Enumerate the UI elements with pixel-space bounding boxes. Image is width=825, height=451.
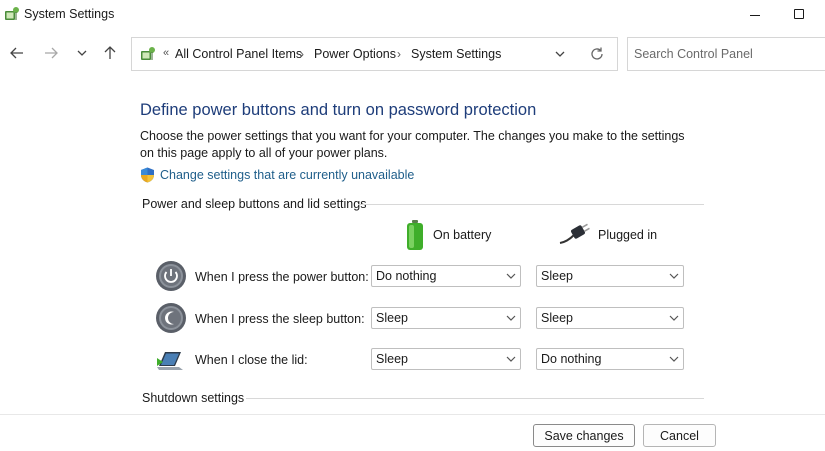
main-content: Define power buttons and turn on passwor…: [0, 86, 825, 414]
search-box[interactable]: [627, 37, 825, 71]
page-title: Define power buttons and turn on passwor…: [140, 101, 537, 119]
row-label-close-lid: When I close the lid:: [195, 353, 308, 367]
back-button[interactable]: [6, 42, 28, 64]
row-label-sleep-button: When I press the sleep button:: [195, 312, 365, 326]
control-panel-icon: [5, 7, 19, 20]
power-section-label: Power and sleep buttons and lid settings: [142, 197, 367, 211]
chevron-down-icon: [669, 273, 679, 279]
chevron-down-icon: [506, 315, 516, 321]
change-unavailable-settings-link[interactable]: Change settings that are currently unava…: [140, 166, 414, 184]
breadcrumb-system-settings[interactable]: System Settings: [411, 47, 501, 61]
maximize-button[interactable]: [784, 2, 814, 26]
cancel-button[interactable]: Cancel: [643, 424, 716, 447]
arrow-left-icon: [10, 47, 23, 59]
chevron-down-icon: [77, 50, 87, 56]
power-button-icon: [156, 261, 186, 291]
close-lid-on-battery-select[interactable]: Sleep: [371, 348, 521, 370]
shutdown-section-label: Shutdown settings: [142, 391, 245, 405]
column-on-battery: On battery: [405, 218, 491, 252]
breadcrumb-all-control-panel-items[interactable]: All Control Panel Items: [175, 47, 302, 61]
select-value: Do nothing: [376, 269, 437, 283]
address-dropdown-icon[interactable]: [553, 47, 567, 61]
address-bar[interactable]: « All Control Panel Items › Power Option…: [131, 37, 618, 71]
minimize-button[interactable]: [740, 2, 770, 26]
title-bar: System Settings: [0, 0, 825, 30]
breadcrumb-power-options[interactable]: Power Options: [314, 47, 396, 61]
arrow-up-icon: [104, 46, 116, 59]
battery-icon: [407, 220, 423, 250]
power-button-on-battery-select[interactable]: Do nothing: [371, 265, 521, 287]
minimize-icon: [750, 15, 760, 16]
page-description: Choose the power settings that you want …: [140, 129, 685, 160]
chevron-down-icon: [506, 356, 516, 362]
power-plug-icon: [559, 223, 590, 244]
breadcrumb-separator[interactable]: ›: [300, 47, 304, 61]
chevron-down-icon: [506, 273, 516, 279]
arrow-right-icon: [45, 47, 58, 59]
section-divider: [358, 204, 704, 205]
chevron-down-icon: [669, 356, 679, 362]
close-lid-plugged-in-select[interactable]: Do nothing: [536, 348, 684, 370]
sleep-button-plugged-in-select[interactable]: Sleep: [536, 307, 684, 329]
breadcrumb-separator[interactable]: ›: [397, 47, 401, 61]
admin-link-label[interactable]: Change settings that are currently unava…: [160, 168, 414, 182]
select-value: Sleep: [541, 311, 573, 325]
select-value: Do nothing: [541, 352, 602, 366]
footer-bar: Save changes Cancel: [0, 414, 825, 451]
control-panel-icon: [141, 47, 155, 60]
column-label-plugged-in: Plugged in: [598, 228, 658, 242]
search-input[interactable]: [634, 46, 814, 62]
column-plugged-in: Plugged in: [558, 218, 657, 252]
up-button[interactable]: [99, 42, 121, 64]
save-changes-button[interactable]: Save changes: [533, 424, 635, 447]
breadcrumb-overflow[interactable]: «: [163, 47, 169, 59]
recent-locations-button[interactable]: [71, 42, 93, 64]
forward-button[interactable]: [40, 42, 62, 64]
laptop-lid-icon: [157, 352, 183, 370]
window-title: System Settings: [24, 7, 115, 21]
sleep-button-icon: [156, 303, 186, 333]
select-value: Sleep: [376, 352, 408, 366]
refresh-icon[interactable]: [588, 45, 606, 63]
column-label-on-battery: On battery: [433, 228, 492, 242]
section-divider: [246, 398, 704, 399]
maximize-icon: [794, 9, 804, 19]
sleep-button-on-battery-select[interactable]: Sleep: [371, 307, 521, 329]
select-value: Sleep: [541, 269, 573, 283]
select-value: Sleep: [376, 311, 408, 325]
row-label-power-button: When I press the power button:: [195, 270, 369, 284]
power-button-plugged-in-select[interactable]: Sleep: [536, 265, 684, 287]
navigation-bar: « All Control Panel Items › Power Option…: [0, 30, 825, 78]
uac-shield-icon: [141, 167, 154, 183]
chevron-down-icon: [669, 315, 679, 321]
